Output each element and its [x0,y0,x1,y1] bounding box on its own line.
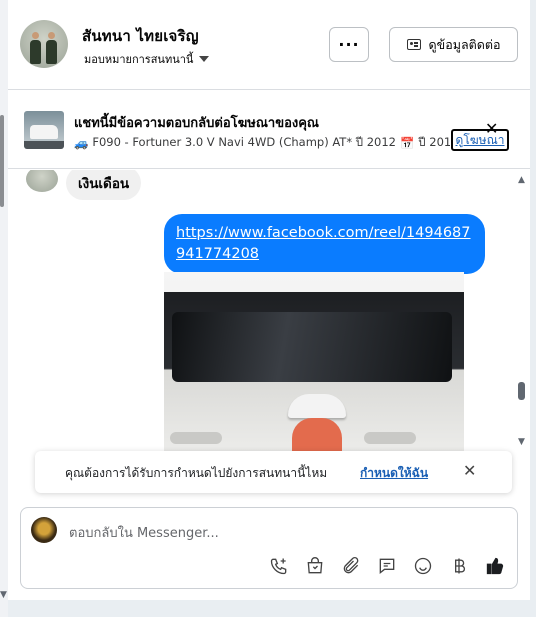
contact-info-label: ดูข้อมูลติดต่อ [428,36,501,52]
view-ad-link[interactable]: ดูโฆษณา [451,129,509,151]
like-icon[interactable] [483,554,507,578]
shopping-bag-icon[interactable] [303,554,327,578]
assign-label: มอบหมายการสนทนานี้ [84,53,194,66]
call-add-icon[interactable] [267,554,291,578]
close-icon[interactable]: ✕ [485,119,498,138]
scroll-down-arrow[interactable]: ▼ [518,437,525,447]
left-panel-edge: ▼ [0,0,8,617]
baht-icon[interactable] [447,554,471,578]
chat-scrollbar-thumb[interactable] [518,382,525,400]
car-icon: 🚙 [74,136,89,150]
ad-thumbnail [24,111,64,149]
paperclip-icon[interactable] [339,554,363,578]
outgoing-message: https://www.facebook.com/reel/1494687941… [164,214,485,274]
emoji-icon[interactable] [411,554,435,578]
conversation-panel: สันทนา ไทยเจริญ มอบหมายการสนทนานี้ ··· ด… [8,0,530,600]
ad-subtitle-part1: F090 - Fortuner 3.0 V Navi 4WD (Champ) A… [92,135,396,149]
message-composer: ตอบกลับใน Messenger... [20,507,518,589]
assign-conversation-dropdown[interactable]: มอบหมายการสนทนานี้ [84,50,210,68]
contact-avatar-small [26,170,58,192]
page-avatar [31,517,57,543]
left-scrollbar-thumb[interactable] [0,115,4,207]
close-icon[interactable]: ✕ [463,461,476,480]
saved-reply-icon[interactable] [375,554,399,578]
contact-name[interactable]: สันทนา ไทยเจริญ [82,24,199,48]
ad-reply-banner: แชทนี้มีข้อความตอบกลับต่อโฆษณาของคุณ 🚙 F… [8,91,530,169]
scroll-up-arrow[interactable]: ▲ [518,175,525,185]
incoming-message: เงินเดือน [66,170,142,200]
composer-toolbar [267,554,507,578]
caret-down-icon [199,56,210,62]
contact-info-button[interactable]: ดูข้อมูลติดต่อ [389,27,518,62]
ad-subtitle-part2: ปี 201... [418,135,450,149]
reel-link[interactable]: https://www.facebook.com/reel/1494687941… [176,225,471,262]
assign-to-me-link[interactable]: กำหนดให้ฉัน [360,464,428,483]
ad-banner-title: แชทนี้มีข้อความตอบกลับต่อโฆษณาของคุณ [74,116,319,131]
reply-input[interactable]: ตอบกลับใน Messenger... [69,522,219,543]
contact-avatar[interactable] [20,20,68,68]
assign-notice-text: คุณต้องการได้รับการกำหนดไปยังการสนทนานี้… [65,466,328,480]
calendar-icon: 📅 [399,136,415,150]
conversation-header: สันทนา ไทยเจริญ มอบหมายการสนทนานี้ ··· ด… [8,0,530,90]
reel-preview-image[interactable] [164,272,464,462]
left-scroll-down-arrow[interactable]: ▼ [0,590,7,600]
ad-banner-subtitle: 🚙 F090 - Fortuner 3.0 V Navi 4WD (Champ)… [74,134,450,152]
more-options-button[interactable]: ··· [329,27,369,62]
assign-notice: คุณต้องการได้รับการกำหนดไปยังการสนทนานี้… [35,451,512,493]
contact-card-icon [406,39,421,50]
